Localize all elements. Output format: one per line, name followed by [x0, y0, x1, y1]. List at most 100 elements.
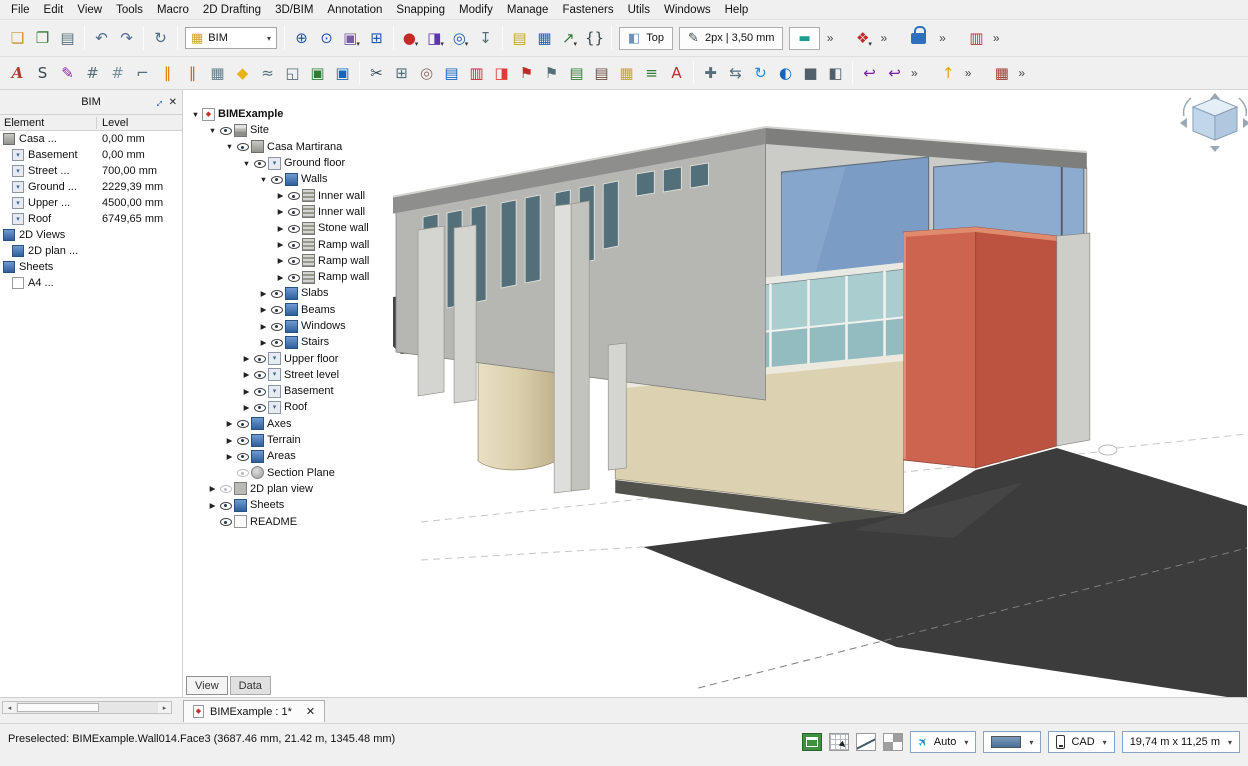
twistie-icon[interactable]: ▶ [240, 370, 253, 379]
layers-button[interactable]: ▤ [507, 26, 532, 51]
rotate-button[interactable]: ↻ [748, 61, 773, 86]
toolbar-overflow-chevron[interactable]: » [935, 31, 950, 45]
tree-item-roof[interactable]: ▶Roof [183, 399, 393, 415]
lock-interface-button[interactable] [911, 33, 926, 44]
orbit-button[interactable]: ◐ [773, 61, 798, 86]
pipes-button[interactable]: ∥ [180, 61, 205, 86]
solid-view-button[interactable]: ■ [798, 61, 823, 86]
twistie-icon[interactable]: ▶ [274, 273, 287, 282]
twistie-icon[interactable]: ▼ [206, 126, 219, 135]
view-frame-button[interactable]: ◱ [280, 61, 305, 86]
menu-item-utils[interactable]: Utils [621, 2, 657, 18]
visibility-eye-icon[interactable] [253, 368, 268, 381]
tree-item-sheets[interactable]: ▶Sheets [183, 497, 393, 513]
doc-edit-button[interactable]: ▤ [589, 61, 614, 86]
close-tab-icon[interactable]: ✕ [298, 705, 315, 718]
visibility-eye-icon[interactable] [219, 499, 234, 512]
visibility-eye-icon[interactable] [270, 336, 285, 349]
doc-check-button[interactable]: ▤ [564, 61, 589, 86]
shape-style-button[interactable]: S [30, 61, 55, 86]
panel-close-icon[interactable]: ✕ [169, 97, 177, 108]
twistie-icon[interactable]: ▶ [257, 338, 270, 347]
table-row[interactable]: 2D plan ... [0, 243, 182, 259]
twistie-icon[interactable]: ▶ [223, 419, 236, 428]
table-row[interactable]: Sheets [0, 259, 182, 275]
corner-button[interactable]: ⌐ [130, 61, 155, 86]
open-document-button[interactable]: ❐ [30, 26, 55, 51]
menu-item-windows[interactable]: Windows [657, 2, 718, 18]
components-button[interactable]: ❖▾ [851, 26, 876, 51]
move-button[interactable]: ✚ [698, 61, 723, 86]
menu-item-2d-drafting[interactable]: 2D Drafting [196, 2, 268, 18]
menu-item-view[interactable]: View [70, 2, 109, 18]
contour-button[interactable]: ≈ [255, 61, 280, 86]
visibility-eye-icon[interactable] [287, 271, 302, 284]
tree-item-readme[interactable]: README [183, 513, 393, 529]
twistie-icon[interactable]: ▶ [274, 256, 287, 265]
tree-item-ramp-wall[interactable]: ▶Ramp wall [183, 269, 393, 285]
tree-item-walls[interactable]: ▼Walls [183, 171, 393, 187]
up-direction-button[interactable]: ↑ [936, 61, 961, 86]
undo-button[interactable]: ↶ [89, 26, 114, 51]
tree-item-2d-plan-view[interactable]: ▶2D plan view [183, 481, 393, 497]
tree-item-inner-wall[interactable]: ▶Inner wall [183, 204, 393, 220]
tree-item-beams[interactable]: ▶Beams [183, 302, 393, 318]
gem-button[interactable]: ◆ [230, 61, 255, 86]
visibility-eye-icon[interactable] [253, 401, 268, 414]
visibility-eye-icon[interactable] [270, 303, 285, 316]
menu-item-tools[interactable]: Tools [109, 2, 150, 18]
regen-button[interactable]: ↻ [148, 26, 173, 51]
visibility-eye-icon[interactable] [236, 417, 251, 430]
panel-grid-button[interactable]: ▦ [989, 61, 1014, 86]
scrollbar-track[interactable] [16, 702, 158, 713]
menu-item-manage[interactable]: Manage [500, 2, 556, 18]
tree-item-slabs[interactable]: ▶Slabs [183, 285, 393, 301]
menu-item-snapping[interactable]: Snapping [389, 2, 452, 18]
zoom-window-button[interactable]: ⊞ [364, 26, 389, 51]
twistie-icon[interactable]: ▶ [206, 501, 219, 510]
twistie-icon[interactable]: ▶ [240, 387, 253, 396]
hatch-alt-button[interactable]: # [105, 61, 130, 86]
view-forward-button[interactable]: ↩ [882, 61, 907, 86]
visibility-eye-icon[interactable] [236, 466, 251, 479]
section-box-button[interactable]: ⊞ [389, 61, 414, 86]
twistie-icon[interactable]: ▶ [257, 322, 270, 331]
visibility-eye-icon[interactable] [219, 482, 234, 495]
viewport-canvas[interactable] [393, 90, 1248, 697]
tree-item-axes[interactable]: ▶Axes [183, 416, 393, 432]
visibility-eye-icon[interactable] [287, 222, 302, 235]
visibility-eye-icon[interactable] [253, 352, 268, 365]
workspace-combo[interactable]: ▦BIM▾ [185, 27, 277, 49]
panel-float-icon[interactable]: ↔ [148, 93, 166, 111]
visibility-eye-icon[interactable] [219, 124, 234, 137]
render-image-button[interactable]: ▥ [464, 61, 489, 86]
scroll-left-icon[interactable]: ◂ [3, 702, 16, 713]
cut-button[interactable]: ✂ [364, 61, 389, 86]
visibility-eye-icon[interactable] [270, 287, 285, 300]
transparency-toggle-icon[interactable] [883, 733, 903, 751]
drawing-explorer-button[interactable]: ▦ [532, 26, 557, 51]
twistie-icon[interactable]: ▶ [274, 191, 287, 200]
viewport-3d[interactable] [393, 90, 1248, 697]
toolbar-overflow-chevron[interactable]: » [876, 31, 891, 45]
red-wall-left[interactable] [904, 227, 976, 468]
visibility-eye-icon[interactable] [253, 385, 268, 398]
ucs-auto-combo[interactable]: ✈ Auto ▾ [910, 731, 977, 753]
view-navigation-cube[interactable] [1180, 93, 1248, 152]
menu-item-help[interactable]: Help [718, 2, 756, 18]
sheet-roll-button[interactable]: ◎ [414, 61, 439, 86]
parallel-lines-button[interactable]: ∥ [155, 61, 180, 86]
pan-button[interactable]: ⇆ [723, 61, 748, 86]
named-views-button[interactable]: ◎▾ [448, 26, 473, 51]
tree-item-inner-wall[interactable]: ▶Inner wall [183, 187, 393, 203]
visibility-eye-icon[interactable] [253, 157, 268, 170]
attach-image-button[interactable]: ▣ [305, 61, 330, 86]
redo-button[interactable]: ↷ [114, 26, 139, 51]
tree-item-ground-floor[interactable]: ▼Ground floor [183, 155, 393, 171]
twistie-icon[interactable]: ▶ [240, 354, 253, 363]
text-style-button[interactable]: A [5, 61, 30, 86]
tab-view[interactable]: View [186, 676, 228, 695]
tree-item-ramp-wall[interactable]: ▶Ramp wall [183, 236, 393, 252]
visibility-eye-icon[interactable] [287, 205, 302, 218]
twistie-icon[interactable]: ▶ [223, 452, 236, 461]
